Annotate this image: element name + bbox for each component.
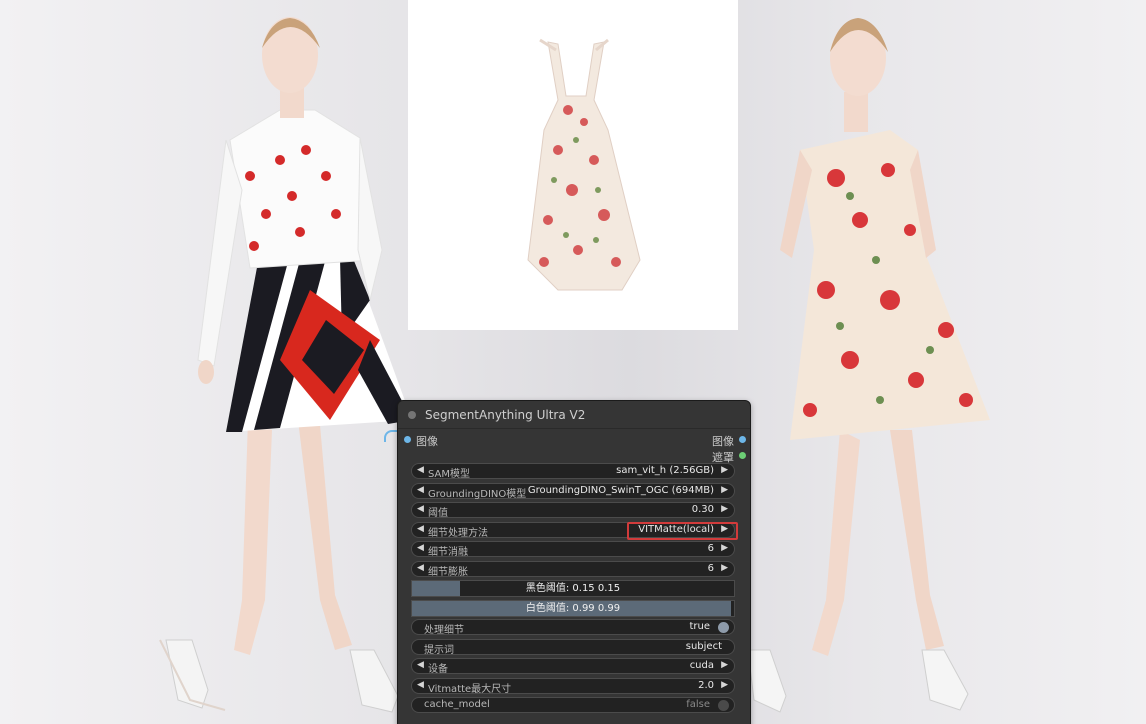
widget-value: cuda bbox=[689, 660, 714, 671]
groundingdino-model-combo[interactable]: ◀ GroundingDINO模型 GroundingDINO_SwinT_OG… bbox=[411, 483, 735, 500]
left-model-photo bbox=[159, 17, 412, 713]
widget-label: 细节膨胀 bbox=[428, 567, 468, 578]
output-mask-slot[interactable] bbox=[739, 452, 746, 459]
widget-label: 设备 bbox=[428, 664, 448, 675]
widget-label: Vitmatte最大尺寸 bbox=[428, 684, 512, 695]
decrement-arrow-icon[interactable]: ◀ bbox=[417, 485, 424, 495]
slider-text: 白色阈值: 0.99 0.99 bbox=[525, 603, 621, 614]
detail-erode-number[interactable]: ◀ 细节消融 6 ▶ bbox=[411, 541, 735, 558]
black-point-slider[interactable]: 黑色阈值: 0.15 0.15 bbox=[411, 580, 735, 597]
widget-label: 阈值 bbox=[428, 508, 448, 519]
widget-value: 6 bbox=[707, 563, 714, 574]
decrement-arrow-icon[interactable]: ◀ bbox=[417, 680, 424, 690]
widget-label: cache_model bbox=[424, 699, 490, 710]
dress-product-illustration bbox=[527, 38, 641, 291]
canvas[interactable]: SegmentAnything Ultra V2 图像 图像 遮罩 ◀ SAM模… bbox=[0, 0, 1146, 724]
toggle-knob-icon[interactable] bbox=[718, 700, 729, 711]
output-image-label: 图像 bbox=[712, 435, 734, 448]
increment-arrow-icon[interactable]: ▶ bbox=[721, 485, 728, 495]
increment-arrow-icon[interactable]: ▶ bbox=[721, 680, 728, 690]
increment-arrow-icon[interactable]: ▶ bbox=[721, 563, 728, 573]
decrement-arrow-icon[interactable]: ◀ bbox=[417, 660, 424, 670]
widget-value: GroundingDINO_SwinT_OGC (694MB) bbox=[527, 485, 714, 496]
slider-text: 黑色阈值: 0.15 0.15 bbox=[525, 583, 621, 594]
increment-arrow-icon[interactable]: ▶ bbox=[721, 504, 728, 514]
segment-anything-node[interactable]: SegmentAnything Ultra V2 图像 图像 遮罩 ◀ SAM模… bbox=[397, 400, 751, 724]
prompt-text-widget[interactable]: 提示词 subject bbox=[411, 639, 735, 656]
highlight-annotation-box bbox=[627, 522, 738, 540]
node-title: SegmentAnything Ultra V2 bbox=[425, 407, 586, 422]
increment-arrow-icon[interactable]: ▶ bbox=[721, 660, 728, 670]
io-row-mask: 遮罩 bbox=[398, 448, 750, 464]
decrement-arrow-icon[interactable]: ◀ bbox=[417, 524, 424, 534]
cache-model-toggle[interactable]: cache_model false bbox=[411, 697, 735, 713]
widget-value: 6 bbox=[707, 543, 714, 554]
sam-model-combo[interactable]: ◀ SAM模型 sam_vit_h (2.56GB) ▶ bbox=[411, 463, 735, 480]
toggle-knob-icon[interactable] bbox=[718, 622, 729, 633]
widget-label: 细节处理方法 bbox=[428, 528, 488, 539]
increment-arrow-icon[interactable]: ▶ bbox=[721, 465, 728, 475]
widget-label: GroundingDINO模型 bbox=[428, 489, 527, 500]
widget-value: 0.30 bbox=[691, 504, 714, 515]
right-model-photo bbox=[747, 18, 990, 713]
decrement-arrow-icon[interactable]: ◀ bbox=[417, 504, 424, 514]
output-image-slot[interactable] bbox=[739, 436, 746, 443]
threshold-number[interactable]: ◀ 阈值 0.30 ▶ bbox=[411, 502, 735, 519]
widget-label: 细节消融 bbox=[428, 547, 468, 558]
white-point-slider[interactable]: 白色阈值: 0.99 0.99 bbox=[411, 600, 735, 617]
increment-arrow-icon[interactable]: ▶ bbox=[721, 543, 728, 553]
node-collapse-dot[interactable] bbox=[408, 410, 416, 419]
product-image bbox=[408, 0, 738, 330]
process-detail-toggle[interactable]: 处理细节 true bbox=[411, 619, 735, 636]
widget-label: 处理细节 bbox=[424, 625, 464, 636]
decrement-arrow-icon[interactable]: ◀ bbox=[417, 465, 424, 475]
io-row-image: 图像 图像 bbox=[398, 432, 750, 448]
input-image-label: 图像 bbox=[416, 435, 438, 448]
decrement-arrow-icon[interactable]: ◀ bbox=[417, 543, 424, 553]
widget-label: SAM模型 bbox=[428, 469, 471, 480]
widget-value: true bbox=[689, 621, 710, 632]
input-image-slot[interactable] bbox=[404, 436, 411, 443]
widget-value: sam_vit_h (2.56GB) bbox=[616, 465, 714, 476]
node-header[interactable]: SegmentAnything Ultra V2 bbox=[398, 401, 750, 429]
widget-value: 2.0 bbox=[698, 680, 714, 691]
slider-fill bbox=[412, 581, 461, 596]
decrement-arrow-icon[interactable]: ◀ bbox=[417, 563, 424, 573]
widget-label: 提示词 bbox=[424, 645, 454, 656]
detail-dilate-number[interactable]: ◀ 细节膨胀 6 ▶ bbox=[411, 561, 735, 578]
vitmatte-max-size-number[interactable]: ◀ Vitmatte最大尺寸 2.0 ▶ bbox=[411, 678, 735, 695]
device-combo[interactable]: ◀ 设备 cuda ▶ bbox=[411, 658, 735, 675]
widget-value: subject bbox=[685, 641, 722, 652]
widget-value: false bbox=[686, 699, 710, 710]
